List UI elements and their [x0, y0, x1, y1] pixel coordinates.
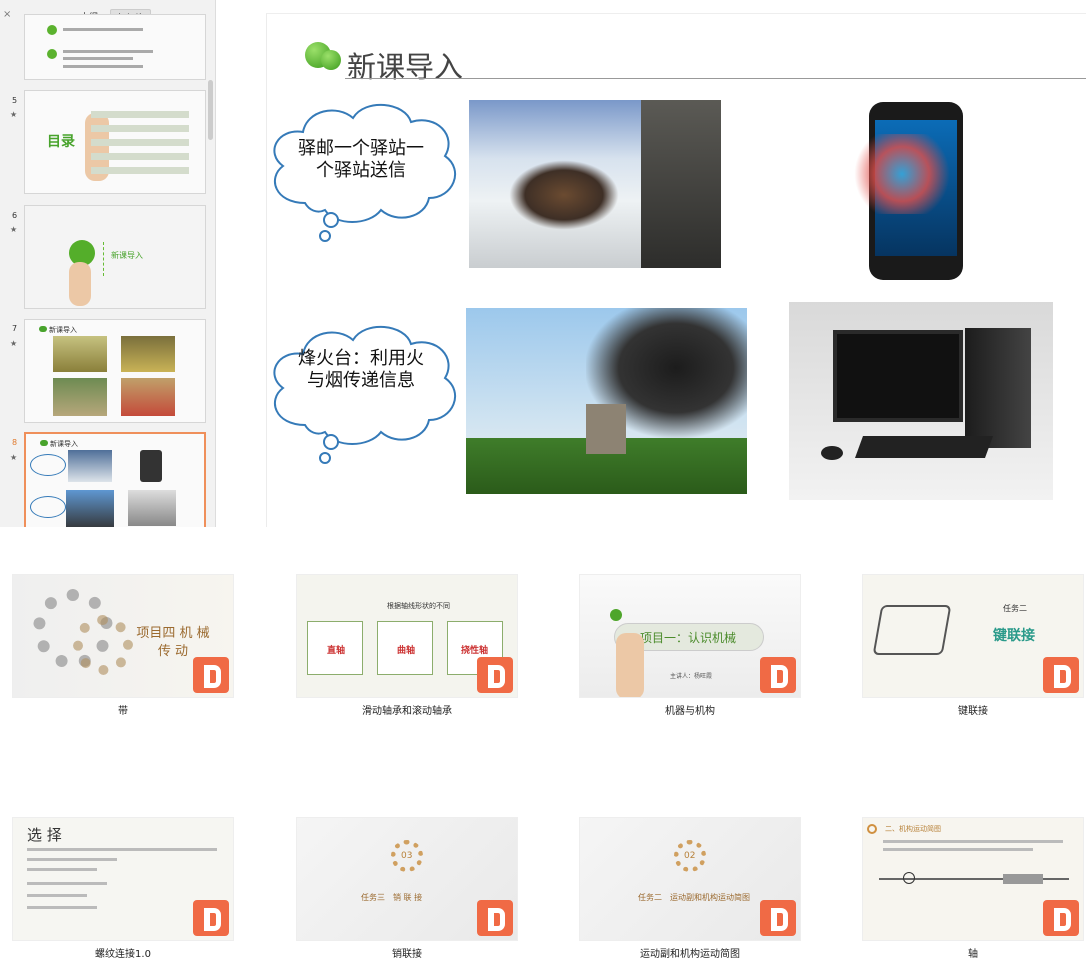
- star-icon: ★: [10, 339, 18, 348]
- photo-desktop-pc[interactable]: [789, 302, 1053, 500]
- template-label[interactable]: 螺纹连接1.0: [12, 945, 234, 960]
- template-label[interactable]: 运动副和机构运动简图: [579, 945, 801, 960]
- template-num: 03: [401, 851, 413, 861]
- close-icon[interactable]: ×: [3, 9, 11, 20]
- template-thumb-text: 根据轴线形状的不同: [387, 602, 450, 610]
- slide-thumb-6[interactable]: 新课导入: [24, 205, 206, 309]
- template-thumb-text: 项目一：认识机械: [640, 631, 737, 645]
- slide-mini-title: 目录: [47, 134, 75, 150]
- template-card[interactable]: 项目四 机 械 传 动: [12, 574, 234, 698]
- template-label[interactable]: 滑动轴承和滚动轴承: [296, 702, 518, 717]
- template-label[interactable]: 键联接: [862, 702, 1084, 717]
- thought-cloud-2[interactable]: 烽火台：利用火与烟传递信息: [265, 320, 463, 464]
- cloud-text-1: 驿邮一个驿站一个驿站送信: [298, 138, 424, 181]
- wps-p-icon: [760, 900, 796, 936]
- template-label[interactable]: 机器与机构: [579, 702, 801, 717]
- slide-thumb-5[interactable]: 目录: [24, 90, 206, 194]
- panel-scrollbar[interactable]: [208, 80, 213, 140]
- template-thumb-text: 二、机构运动简图: [885, 825, 941, 833]
- template-thumb-text: 任务三 销 联 接: [361, 893, 423, 902]
- wps-p-icon: [760, 657, 796, 693]
- template-card[interactable]: 02 任务二 运动副和机构运动简图: [579, 817, 801, 941]
- slide-number: 6: [12, 211, 18, 220]
- photo-great-wall[interactable]: [466, 308, 747, 494]
- template-sub-text: 任务二: [1003, 604, 1027, 613]
- box-text: 曲轴: [397, 646, 416, 656]
- wps-p-icon: [1043, 657, 1079, 693]
- cloud-text-2: 烽火台：利用火与烟传递信息: [298, 348, 424, 391]
- template-num: 02: [684, 851, 696, 861]
- thought-cloud-1[interactable]: 驿邮一个驿站一个驿站送信: [265, 98, 463, 242]
- photo-smartphone[interactable]: [837, 100, 967, 282]
- wps-p-icon: [193, 657, 229, 693]
- slide-title[interactable]: 新课导入: [347, 44, 463, 86]
- wps-p-icon: [477, 900, 513, 936]
- slide-thumb-4[interactable]: [24, 14, 206, 80]
- slide-number: 5: [12, 96, 18, 105]
- template-label[interactable]: 轴: [862, 945, 1084, 960]
- box-text: 挠性轴: [461, 646, 489, 656]
- template-sub-text: 主讲人：杨旺霞: [670, 673, 713, 680]
- template-card[interactable]: 根据轴线形状的不同 直轴 曲轴 挠性轴: [296, 574, 518, 698]
- template-card[interactable]: 二、机构运动简图: [862, 817, 1084, 941]
- slide-thumb-7[interactable]: 新课导入: [24, 319, 206, 423]
- box-text: 直轴: [327, 646, 346, 656]
- slide-mini-title: 新课导入: [49, 326, 77, 334]
- template-thumb-text: 任务二 运动副和机构运动简图: [638, 893, 750, 902]
- wps-p-icon: [193, 900, 229, 936]
- slide-number: 8: [12, 438, 18, 447]
- star-icon: ★: [10, 110, 18, 119]
- slide-panel: × 大纲 幻灯片 5 ★ 目录 6 ★: [0, 0, 216, 527]
- slide-thumb-8[interactable]: 新课导入: [24, 432, 206, 527]
- photo-post-station[interactable]: [469, 100, 721, 268]
- slide-mini-title: 新课导入: [111, 251, 143, 260]
- star-icon: ★: [10, 225, 18, 234]
- template-label[interactable]: 带: [12, 702, 234, 717]
- template-gallery: 项目四 机 械 传 动 带 根据轴线形状的不同 直轴 曲轴 挠性轴 滑动轴承和滚…: [0, 545, 1086, 965]
- template-card[interactable]: 03 任务三 销 联 接: [296, 817, 518, 941]
- wps-p-icon: [477, 657, 513, 693]
- template-thumb-text: 项目四 机 械 传 动: [136, 626, 210, 659]
- slide-mini-title: 新课导入: [50, 440, 78, 448]
- slide-number: 7: [12, 324, 18, 333]
- template-thumb-text: 选 择: [27, 826, 62, 844]
- wps-p-icon: [1043, 900, 1079, 936]
- template-thumb-text: 键联接: [993, 628, 1035, 644]
- template-card[interactable]: 任务二 键联接: [862, 574, 1084, 698]
- template-label[interactable]: 销联接: [296, 945, 518, 960]
- template-card[interactable]: 选 择: [12, 817, 234, 941]
- ppt-editor-window: × 大纲 幻灯片 5 ★ 目录 6 ★: [0, 0, 1086, 527]
- slide-canvas[interactable]: 新课导入 驿邮一个驿站一个驿站送信 烽火台：利用火与烟传递信息: [266, 13, 1086, 527]
- template-card[interactable]: 项目一：认识机械 主讲人：杨旺霞: [579, 574, 801, 698]
- star-icon: ★: [10, 453, 18, 462]
